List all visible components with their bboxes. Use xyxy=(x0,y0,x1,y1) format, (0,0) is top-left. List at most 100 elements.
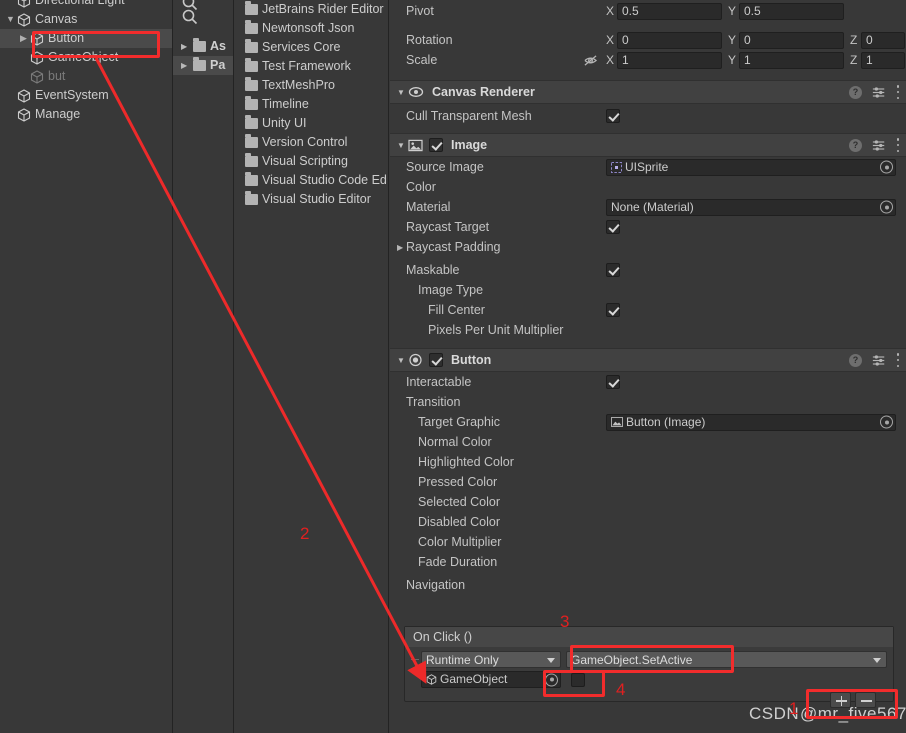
project-search-icon[interactable] xyxy=(181,8,199,26)
component-header-image[interactable]: ▼ Image ? xyxy=(390,133,906,157)
project-list-item-label: JetBrains Rider Editor xyxy=(262,2,384,16)
scale-y-axis-label: Y xyxy=(728,53,737,67)
button-component-icon xyxy=(409,353,422,367)
row-highlighted-color: Highlighted Color xyxy=(390,452,906,472)
scale-z-axis-label: Z xyxy=(850,53,858,67)
onclick-event-box: On Click () Runtime Only GameObject.SetAc… xyxy=(404,626,894,702)
project-tree-item-label: Pa xyxy=(210,58,226,72)
help-icon[interactable]: ? xyxy=(849,85,862,99)
hierarchy-item-canvas[interactable]: ▼ Canvas xyxy=(0,10,172,29)
help-icon[interactable]: ? xyxy=(849,138,862,152)
raycast-padding-label: Raycast Padding xyxy=(406,240,501,254)
scale-x-field[interactable]: 1 xyxy=(617,51,722,69)
row-disabled-color: Disabled Color xyxy=(390,512,906,532)
project-list-item[interactable]: Services Core xyxy=(235,38,388,57)
image-enabled-checkbox[interactable] xyxy=(429,138,443,152)
target-graphic-field[interactable]: Button (Image) xyxy=(606,413,896,431)
source-image-field[interactable]: UISprite xyxy=(606,158,896,176)
object-picker-icon[interactable] xyxy=(545,673,558,686)
onclick-function-value: GameObject.SetActive xyxy=(571,652,693,667)
project-list-item[interactable]: Version Control xyxy=(235,133,388,152)
folder-icon xyxy=(245,172,258,186)
onclick-target-field[interactable]: GameObject xyxy=(421,671,561,688)
foldout-down-icon[interactable]: ▼ xyxy=(4,10,17,29)
more-options-icon[interactable] xyxy=(896,85,900,99)
hierarchy-item-but[interactable]: but xyxy=(0,67,172,86)
foldout-arrow-icon[interactable]: ▼ xyxy=(394,88,408,97)
normal-color-label: Normal Color xyxy=(418,435,492,449)
foldout-right-icon[interactable]: ▶ xyxy=(181,56,193,75)
project-list-item[interactable]: Test Framework xyxy=(235,57,388,76)
hierarchy-panel: Directional Light ▼ Canvas ▶ Button GameObjec… xyxy=(0,0,172,733)
object-picker-icon[interactable] xyxy=(880,415,893,429)
project-tree-item-assets[interactable]: ▶ As xyxy=(173,37,233,56)
image-color-label: Color xyxy=(406,180,436,194)
constrain-proportions-off-icon[interactable] xyxy=(583,54,598,67)
fill-center-checkbox[interactable] xyxy=(606,303,620,317)
preset-icon[interactable] xyxy=(872,139,886,152)
preset-icon[interactable] xyxy=(872,86,886,99)
project-list-item[interactable]: Visual Scripting xyxy=(235,152,388,171)
hierarchy-item-gameobject[interactable]: GameObject xyxy=(0,48,172,67)
interactable-checkbox[interactable] xyxy=(606,375,620,389)
annotation-number-2: 2 xyxy=(300,524,310,543)
scale-y-field[interactable]: 1 xyxy=(739,51,844,69)
component-header-button[interactable]: ▼ Button ? xyxy=(390,348,906,372)
help-icon[interactable]: ? xyxy=(849,353,862,367)
onclick-mode-dropdown[interactable]: Runtime Only xyxy=(421,651,561,668)
project-tree-item-packages[interactable]: ▶ Pa xyxy=(173,56,233,75)
foldout-right-icon[interactable]: ▶ xyxy=(17,29,30,48)
project-list-item[interactable]: Visual Studio Editor xyxy=(235,190,388,209)
scale-z-field[interactable]: 1 xyxy=(861,51,905,69)
row-transition: Transition Color Tint xyxy=(390,392,906,412)
pivot-x-field[interactable]: 0.5 xyxy=(617,2,722,20)
color-multiplier-label: Color Multiplier xyxy=(418,535,502,549)
project-list-item[interactable]: Timeline xyxy=(235,95,388,114)
project-list-item[interactable]: Unity UI xyxy=(235,114,388,133)
component-header-canvas-renderer[interactable]: ▼ Canvas Renderer ? xyxy=(390,80,906,104)
hierarchy-item-manage[interactable]: Manage xyxy=(0,105,172,124)
project-list-item-label: TextMeshPro xyxy=(262,78,335,92)
more-options-icon[interactable] xyxy=(896,353,900,367)
preset-icon[interactable] xyxy=(872,354,886,367)
rotation-z-axis-label: Z xyxy=(850,33,858,47)
project-list-item[interactable]: Newtonsoft Json xyxy=(235,19,388,38)
fill-center-label: Fill Center xyxy=(428,303,485,317)
more-options-icon[interactable] xyxy=(896,138,900,152)
button-enabled-checkbox[interactable] xyxy=(429,353,443,367)
pivot-y-axis-label: Y xyxy=(728,4,737,18)
hierarchy-item-eventsystem[interactable]: EventSystem xyxy=(0,86,172,105)
gameobject-icon xyxy=(426,674,437,685)
raycast-padding-foldout-icon[interactable]: ▶ xyxy=(397,243,403,252)
gameobject-icon xyxy=(30,50,44,65)
cull-transparent-mesh-checkbox[interactable] xyxy=(606,109,620,123)
project-list-item[interactable]: Visual Studio Code Ed xyxy=(235,171,388,190)
hierarchy-item-button[interactable]: ▶ Button xyxy=(0,29,172,48)
rotation-z-field[interactable]: 0 xyxy=(861,31,905,49)
row-material: Material None (Material) xyxy=(390,197,906,217)
onclick-bool-argument-checkbox[interactable] xyxy=(571,672,585,687)
row-cull-transparent-mesh: Cull Transparent Mesh xyxy=(390,104,906,128)
rotation-y-field[interactable]: 0 xyxy=(739,31,844,49)
folder-icon xyxy=(245,77,258,91)
unity-editor-window: Directional Light ▼ Canvas ▶ Button GameObjec… xyxy=(0,0,906,733)
onclick-function-dropdown[interactable]: GameObject.SetActive xyxy=(566,651,887,668)
rotation-x-field[interactable]: 0 xyxy=(617,31,722,49)
rotation-y-axis-label: Y xyxy=(728,33,737,47)
project-list-item[interactable]: JetBrains Rider Editor xyxy=(235,0,388,19)
hierarchy-item-directional-light[interactable]: Directional Light xyxy=(0,0,172,10)
folder-icon xyxy=(245,115,258,129)
project-list-item-label: Newtonsoft Json xyxy=(262,21,355,35)
object-picker-icon[interactable] xyxy=(880,200,893,214)
object-picker-icon[interactable] xyxy=(880,160,893,174)
material-field[interactable]: None (Material) xyxy=(606,198,896,216)
pivot-y-field[interactable]: 0.5 xyxy=(739,2,844,20)
raycast-target-checkbox[interactable] xyxy=(606,220,620,234)
maskable-checkbox[interactable] xyxy=(606,263,620,277)
inspector-panel: Pivot X 0.5 Y 0.5 Rotation X 0 Y 0 Z 0 S… xyxy=(390,0,906,733)
row-raycast-padding[interactable]: ▶ Raycast Padding xyxy=(390,237,906,257)
foldout-right-icon[interactable]: ▶ xyxy=(181,37,193,56)
foldout-arrow-icon[interactable]: ▼ xyxy=(394,141,408,150)
project-list-item[interactable]: TextMeshPro xyxy=(235,76,388,95)
foldout-arrow-icon[interactable]: ▼ xyxy=(394,356,408,365)
